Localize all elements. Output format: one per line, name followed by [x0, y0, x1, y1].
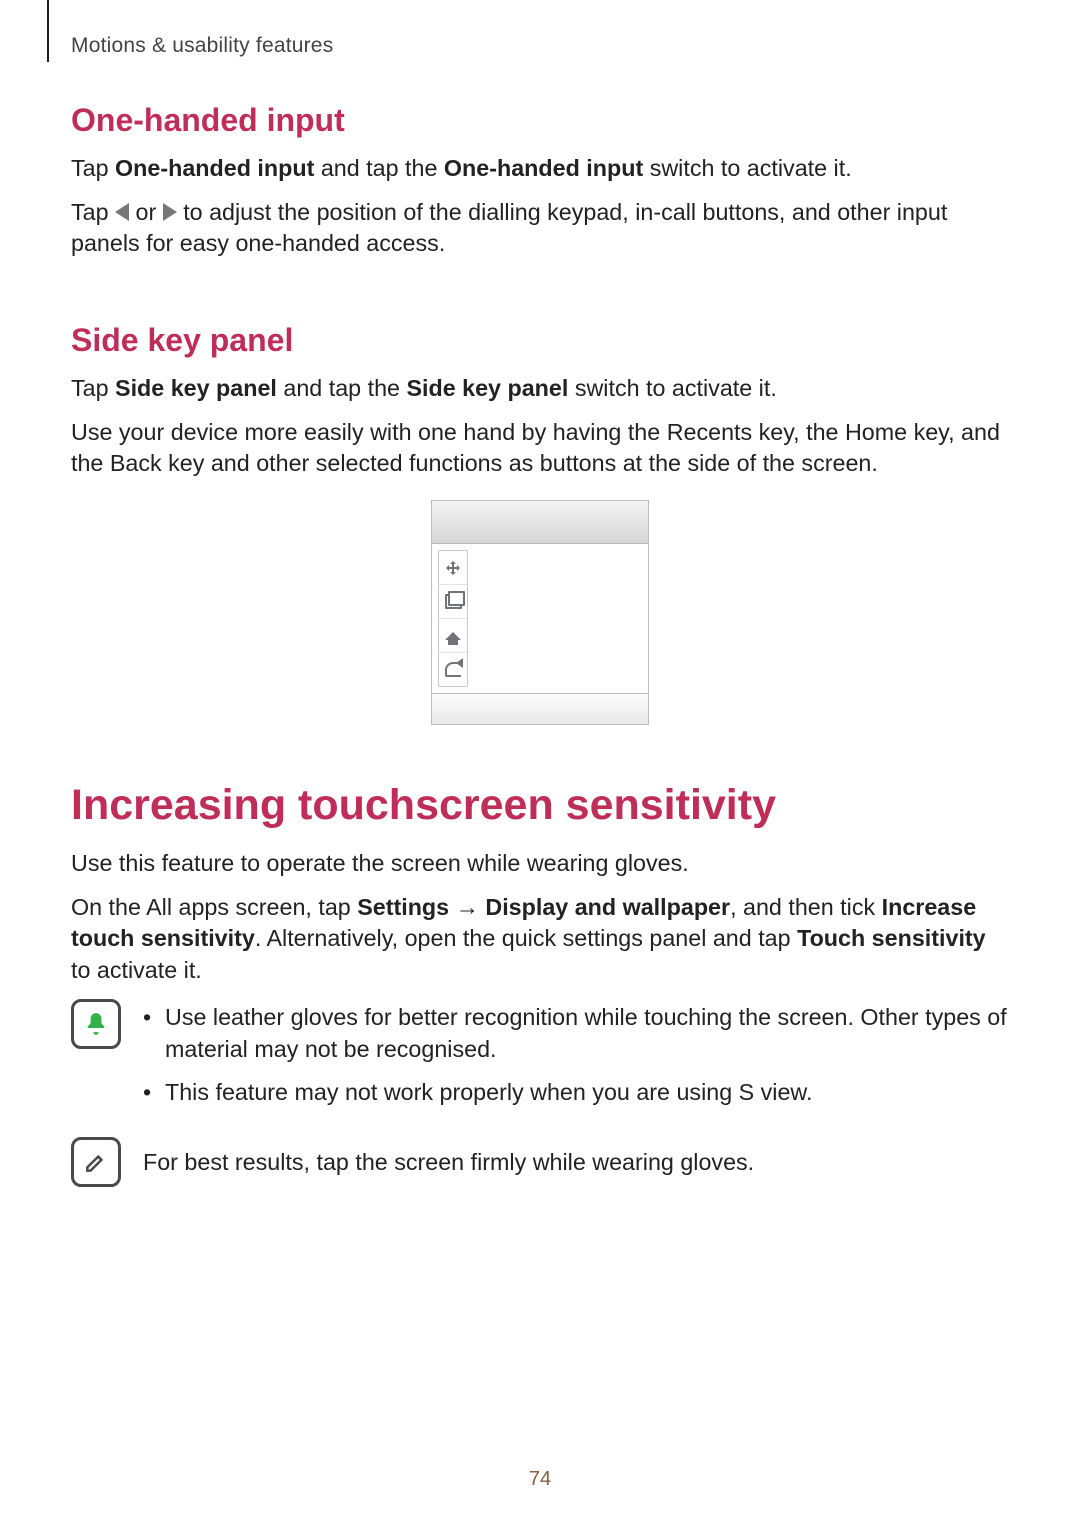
side-key-figure [71, 500, 1009, 725]
bell-icon [83, 1011, 109, 1037]
touch-para-2: On the All apps screen, tap Settings → D… [71, 892, 1009, 987]
bold-text: Side key panel [406, 375, 568, 401]
bold-text: Display and wallpaper [485, 894, 730, 920]
breadcrumb: Motions & usability features [71, 34, 1009, 58]
heading-one-handed-input: One-handed input [71, 102, 1009, 139]
heading-side-key-panel: Side key panel [71, 322, 1009, 359]
page-content: Motions & usability features One-handed … [71, 34, 1009, 1527]
triangle-left-icon [115, 203, 129, 221]
text: Tap [71, 155, 115, 181]
side-key-back [439, 653, 467, 686]
note-green-item-2: This feature may not work properly when … [143, 1076, 1009, 1109]
text: switch to activate it. [568, 375, 776, 401]
note-grey: For best results, tap the screen firmly … [71, 1137, 1009, 1191]
note-pencil-icon [71, 1137, 121, 1187]
device-status-bar [432, 501, 648, 544]
bold-text: Settings [357, 894, 449, 920]
note-green-body: Use leather gloves for better recognitio… [143, 1001, 1009, 1119]
text: , and then tick [730, 894, 882, 920]
home-icon [445, 632, 461, 640]
device-nav-bar [432, 693, 648, 724]
pencil-icon [83, 1149, 109, 1175]
note-bell-icon [71, 999, 121, 1049]
bold-text: One-handed input [115, 155, 314, 181]
one-handed-para-2: Tap or to adjust the position of the dia… [71, 197, 1009, 260]
side-key-move [439, 551, 467, 585]
side-key-home [439, 619, 467, 653]
bold-text: Touch sensitivity [797, 925, 986, 951]
note-grey-body: For best results, tap the screen firmly … [143, 1139, 754, 1191]
page-tab-line [47, 0, 49, 62]
touch-para-1: Use this feature to operate the screen w… [71, 848, 1009, 880]
side-key-para-2: Use your device more easily with one han… [71, 417, 1009, 480]
text: switch to activate it. [643, 155, 851, 181]
note-green: Use leather gloves for better recognitio… [71, 999, 1009, 1119]
note-grey-text: For best results, tap the screen firmly … [143, 1147, 754, 1179]
text: On the All apps screen, tap [71, 894, 357, 920]
side-key-recents [439, 585, 467, 619]
device-mockup [431, 500, 649, 725]
text: to adjust the position of the dialling k… [71, 199, 947, 257]
one-handed-para-1: Tap One-handed input and tap the One-han… [71, 153, 1009, 185]
bold-text: Side key panel [115, 375, 277, 401]
device-screen [432, 544, 648, 693]
side-key-panel-widget [438, 550, 468, 687]
note-green-item-1: Use leather gloves for better recognitio… [143, 1001, 1009, 1066]
text: or [129, 199, 163, 225]
bold-text: One-handed input [444, 155, 643, 181]
triangle-right-icon [163, 203, 177, 221]
text: and tap the [314, 155, 444, 181]
side-key-para-1: Tap Side key panel and tap the Side key … [71, 373, 1009, 405]
text: to activate it. [71, 957, 202, 983]
recents-icon [445, 594, 462, 609]
text: → [449, 894, 485, 920]
text: Tap [71, 199, 115, 225]
text: and tap the [277, 375, 407, 401]
heading-touch-sensitivity: Increasing touchscreen sensitivity [71, 781, 1009, 830]
page-number: 74 [0, 1468, 1080, 1491]
back-icon [445, 662, 461, 677]
text: . Alternatively, open the quick settings… [255, 925, 797, 951]
note-green-list: Use leather gloves for better recognitio… [143, 1001, 1009, 1109]
move-icon [445, 560, 461, 576]
text: Tap [71, 375, 115, 401]
